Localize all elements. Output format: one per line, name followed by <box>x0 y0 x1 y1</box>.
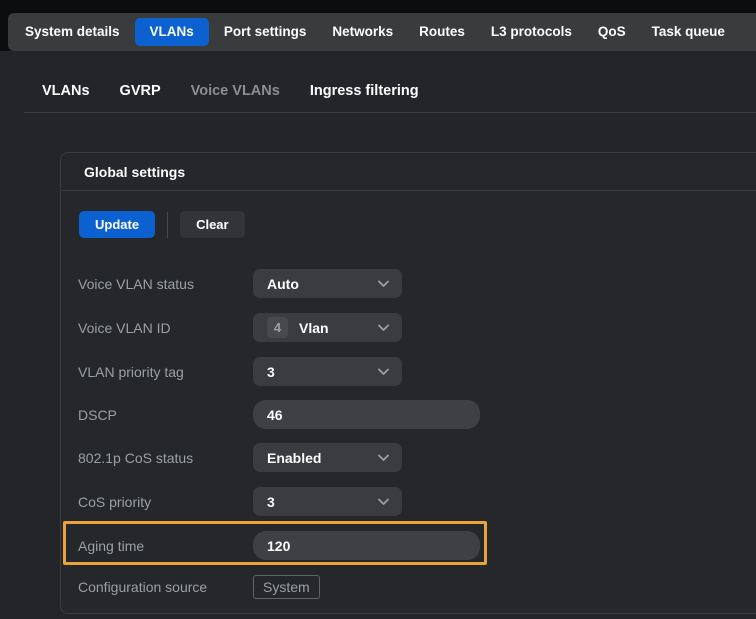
select-value: 3 <box>267 494 275 510</box>
nav-item-system-details[interactable]: System details <box>12 13 133 51</box>
field-label: Configuration source <box>78 579 253 595</box>
field-label: Voice VLAN ID <box>78 320 253 336</box>
select-value: 3 <box>267 364 275 380</box>
tabs-divider <box>24 112 756 113</box>
field-row-configuration-source: Configuration source System <box>78 574 745 600</box>
field-row-cos-status: 802.1p CoS status Enabled <box>78 443 745 472</box>
chevron-down-icon <box>378 280 389 287</box>
chevron-down-icon <box>378 454 389 461</box>
vlan-priority-tag-select[interactable]: 3 <box>253 357 402 386</box>
field-row-cos-priority: CoS priority 3 <box>78 487 745 516</box>
subtab-gvrp[interactable]: GVRP <box>120 83 161 99</box>
cos-priority-select[interactable]: 3 <box>253 487 402 516</box>
field-row-dscp: DSCP <box>78 400 745 429</box>
field-label: VLAN priority tag <box>78 364 253 380</box>
top-header: System details VLANs Port settings Netwo… <box>0 0 756 51</box>
chevron-down-icon <box>378 498 389 505</box>
voice-vlan-status-select[interactable]: Auto <box>253 269 402 298</box>
nav-item-qos[interactable]: QoS <box>585 13 639 51</box>
voice-vlan-id-select[interactable]: 4 Vlan <box>253 313 402 342</box>
cos-status-select[interactable]: Enabled <box>253 443 402 472</box>
field-label: CoS priority <box>78 494 253 510</box>
chevron-down-icon <box>378 368 389 375</box>
clear-button[interactable]: Clear <box>180 211 245 238</box>
vlan-id-badge: 4 <box>267 317 288 338</box>
update-button[interactable]: Update <box>79 211 155 238</box>
field-row-voice-vlan-id: Voice VLAN ID 4 Vlan <box>78 313 745 342</box>
field-row-aging-time: Aging time <box>78 531 745 560</box>
aging-time-input[interactable] <box>253 531 480 560</box>
field-row-voice-vlan-status: Voice VLAN status Auto <box>78 269 745 298</box>
dscp-input[interactable] <box>253 400 480 429</box>
subtab-ingress-filtering[interactable]: Ingress filtering <box>310 83 419 99</box>
field-label: Voice VLAN status <box>78 276 253 292</box>
field-label: DSCP <box>78 407 253 423</box>
nav-item-networks[interactable]: Networks <box>319 13 406 51</box>
field-row-vlan-priority-tag: VLAN priority tag 3 <box>78 357 745 386</box>
secondary-tabs: VLANs GVRP Voice VLANs Ingress filtering <box>42 76 756 106</box>
panel-header: Global settings <box>61 153 756 191</box>
nav-item-vlans[interactable]: VLANs <box>135 18 209 46</box>
field-label: Aging time <box>78 538 253 554</box>
panel-title: Global settings <box>84 164 185 180</box>
nav-item-task-queue[interactable]: Task queue <box>639 13 738 51</box>
button-divider <box>167 212 168 238</box>
nav-item-routes[interactable]: Routes <box>406 13 478 51</box>
select-value: Auto <box>267 276 299 292</box>
select-value: Enabled <box>267 450 321 466</box>
primary-nav: System details VLANs Port settings Netwo… <box>8 13 756 51</box>
select-value: Vlan <box>299 320 329 336</box>
action-button-row: Update Clear <box>79 211 245 238</box>
nav-item-port-settings[interactable]: Port settings <box>211 13 320 51</box>
nav-item-l3-protocols[interactable]: L3 protocols <box>478 13 585 51</box>
field-label: 802.1p CoS status <box>78 450 253 466</box>
global-settings-panel: Global settings Update Clear Voice VLAN … <box>60 152 756 614</box>
configuration-source-badge: System <box>253 575 320 599</box>
subtab-vlans[interactable]: VLANs <box>42 83 90 99</box>
chevron-down-icon <box>378 324 389 331</box>
subtab-voice-vlans[interactable]: Voice VLANs <box>191 83 280 99</box>
